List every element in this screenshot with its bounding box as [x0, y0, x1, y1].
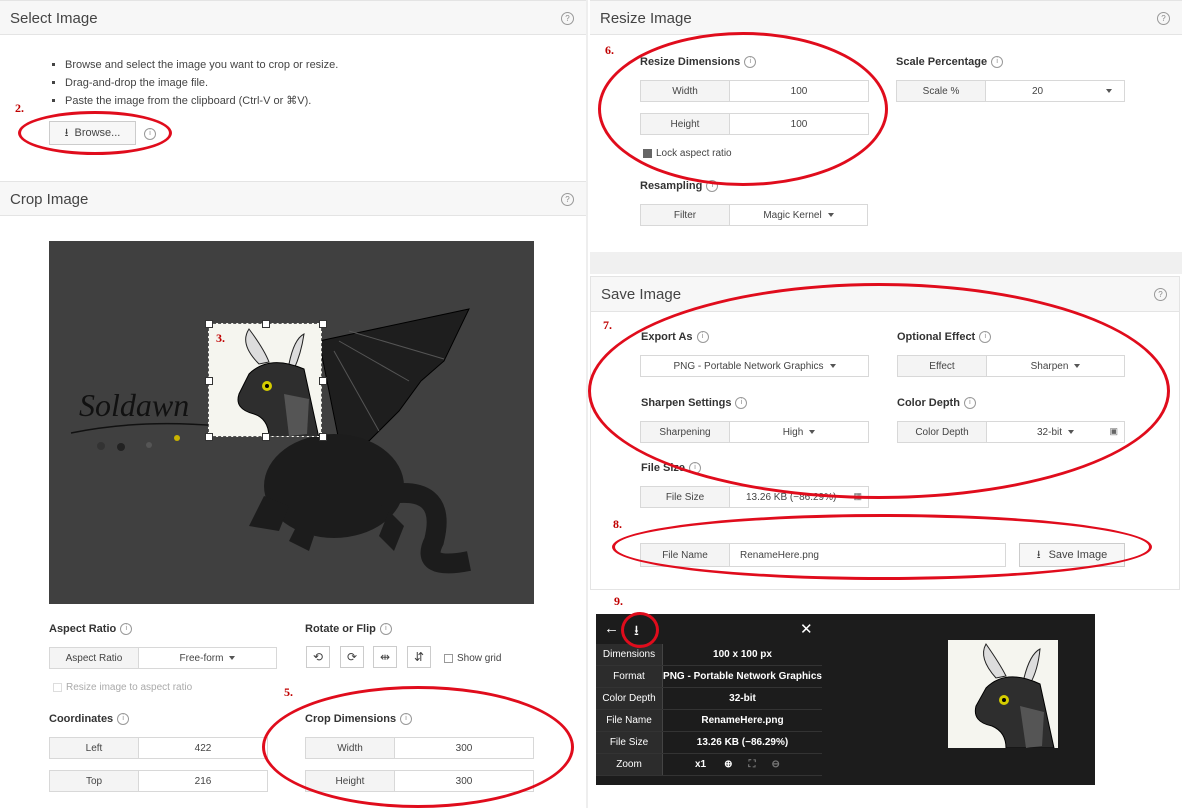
annotation-number: 7. [603, 318, 612, 332]
save-image-title: Save Image [601, 286, 682, 303]
help-icon[interactable]: ? [561, 12, 574, 25]
annotation-number: 3. [216, 331, 225, 345]
crop-handle[interactable] [319, 320, 327, 328]
checkbox[interactable] [444, 653, 453, 663]
chevron-down-icon [1106, 89, 1112, 93]
crop-selection[interactable] [208, 323, 322, 437]
crop-image-title: Crop Image [10, 191, 89, 208]
scale-select[interactable]: Scale % 20 [896, 80, 1125, 102]
filter-key: Filter [641, 205, 730, 225]
aspect-ratio-select[interactable]: Aspect Ratio Free-form [49, 647, 277, 669]
top-key: Top [50, 771, 139, 791]
resize-image-header: Resize Image ? [590, 0, 1182, 35]
crop-image-header: Crop Image ? [0, 181, 586, 216]
instruction-item: Browse and select the image you want to … [65, 56, 338, 74]
annotation-ellipse-download [621, 612, 659, 648]
select-image-header: Select Image ? [0, 0, 586, 35]
annotation-ellipse-save-settings [588, 283, 1170, 499]
chevron-down-icon [827, 213, 834, 217]
crop-handle[interactable] [205, 377, 213, 385]
crop-handle[interactable] [262, 320, 270, 328]
annotation-ellipse-file-name [612, 514, 1152, 580]
crop-handle[interactable] [319, 433, 327, 441]
help-icon[interactable]: ? [1154, 288, 1167, 301]
image-details-panel: ← ⭳ ✕ Dimensions 100 x 100 px Format PNG -… [596, 614, 1095, 785]
zoom-key: Zoom [596, 754, 663, 775]
annotation-number: 2. [15, 101, 24, 115]
rotate-right-button[interactable]: ⟳ [340, 646, 364, 668]
info-icon[interactable]: i [379, 623, 392, 636]
instruction-item: Paste the image from the clipboard (Ctrl… [65, 92, 338, 110]
filter-select[interactable]: Filter Magic Kernel [640, 204, 868, 226]
file-size-key: File Size [641, 487, 730, 507]
close-icon[interactable]: ✕ [800, 620, 813, 638]
column-divider [586, 0, 588, 808]
rotate-left-button[interactable]: ⟲ [306, 646, 330, 668]
annotation-ellipse-resize-dimensions [598, 32, 888, 186]
scale-percentage-label: Scale Percentage i [896, 56, 1004, 69]
zoom-value: x1 [695, 759, 707, 770]
crop-handle[interactable] [262, 433, 270, 441]
scale-value: 20 [986, 81, 1124, 101]
annotation-ellipse-crop-dimensions [262, 686, 574, 808]
flip-vertical-button[interactable]: ⇵ [407, 646, 431, 668]
crop-handle[interactable] [205, 433, 213, 441]
left-field[interactable]: Left 422 [49, 737, 268, 759]
top-field[interactable]: Top 216 [49, 770, 268, 792]
aspect-ratio-key: Aspect Ratio [50, 648, 139, 668]
aspect-ratio-label: Aspect Ratio i [49, 623, 133, 636]
details-row: Format PNG - Portable Network Graphics [596, 666, 822, 688]
signature-text: Soldawn [79, 387, 189, 423]
show-grid-option[interactable]: Show grid [444, 653, 501, 664]
instruction-item: Drag-and-drop the image file. [65, 74, 338, 92]
chevron-down-icon [229, 656, 236, 660]
zoom-in-icon[interactable]: ⊕ [724, 759, 732, 770]
info-icon[interactable]: i [120, 623, 133, 636]
info-icon[interactable]: i [117, 713, 130, 726]
image-preview [948, 640, 1058, 748]
details-row: Color Depth 32-bit [596, 688, 822, 710]
rotate-flip-label: Rotate or Flip i [305, 623, 392, 636]
annotation-number: 6. [605, 43, 614, 57]
checkbox[interactable] [53, 682, 62, 692]
crop-canvas[interactable]: Soldawn [49, 241, 534, 604]
coordinates-label: Coordinates i [49, 713, 130, 726]
section-gap [590, 252, 1182, 274]
filter-value: Magic Kernel [730, 205, 867, 225]
zoom-out-icon[interactable]: ⊖ [772, 759, 780, 770]
details-row: Dimensions 100 x 100 px [596, 644, 822, 666]
left-value: 422 [194, 742, 212, 754]
back-arrow-icon[interactable]: ← [604, 620, 619, 637]
cropped-dragon-head [237, 328, 320, 436]
annotation-number: 9. [614, 594, 623, 608]
crop-handle[interactable] [205, 320, 213, 328]
select-instructions: Browse and select the image you want to … [48, 56, 338, 110]
resize-aspect-option[interactable]: Resize image to aspect ratio [53, 682, 192, 693]
resize-image-title: Resize Image [600, 10, 692, 27]
help-icon[interactable]: ? [1157, 12, 1170, 25]
fit-screen-icon[interactable]: ⛶ [749, 759, 756, 770]
flip-horizontal-button[interactable]: ⇹ [373, 646, 397, 668]
annotation-ellipse-browse [18, 111, 172, 155]
crop-handle[interactable] [319, 377, 327, 385]
preview-dragon-head [974, 643, 1055, 748]
top-value: 216 [194, 775, 212, 787]
annotation-number: 5. [284, 685, 293, 699]
scale-key: Scale % [897, 81, 986, 101]
info-icon[interactable]: i [991, 56, 1004, 69]
left-key: Left [50, 738, 139, 758]
details-row: File Size 13.26 KB (−86.29%) [596, 732, 822, 754]
aspect-ratio-value: Free-form [139, 648, 276, 668]
annotation-number: 8. [613, 517, 622, 531]
details-row: File Name RenameHere.png [596, 710, 822, 732]
zoom-row: Zoom x1 ⊕ ⛶ ⊖ [596, 754, 822, 776]
help-icon[interactable]: ? [561, 193, 574, 206]
select-image-title: Select Image [10, 10, 98, 27]
